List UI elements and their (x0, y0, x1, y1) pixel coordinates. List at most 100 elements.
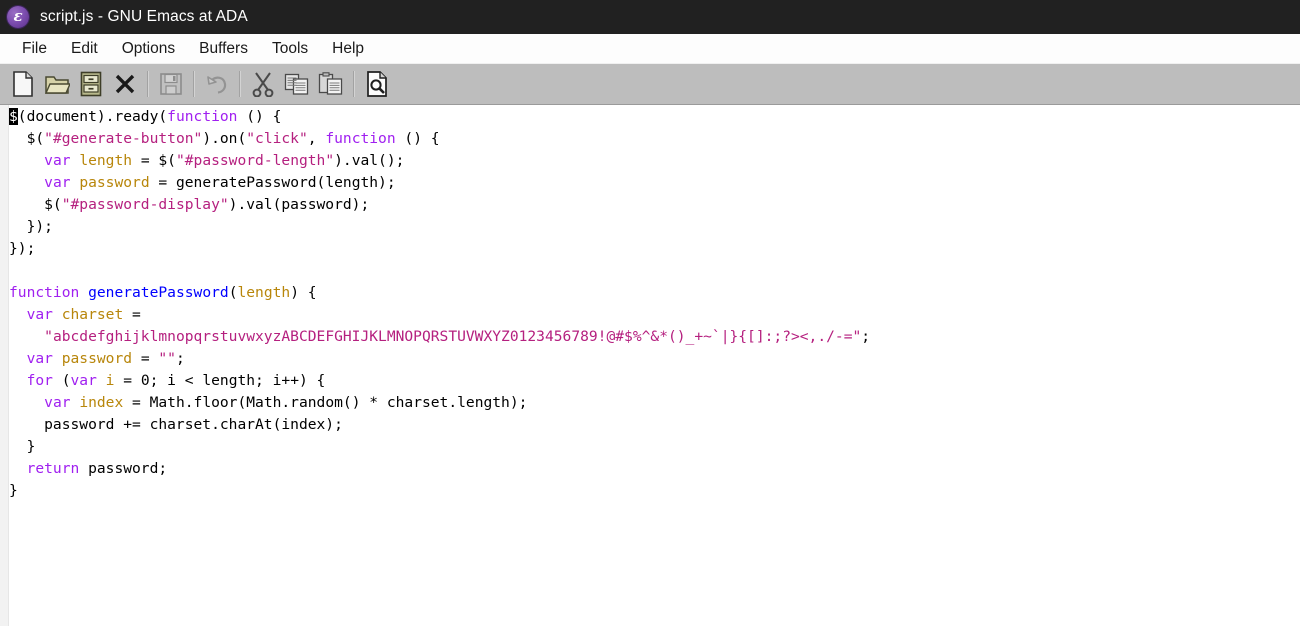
code-token: "click" (246, 130, 308, 147)
toolbar-separator (147, 71, 149, 97)
code-token (79, 284, 88, 301)
code-line: }); (9, 216, 1300, 238)
floppy-save-icon (159, 72, 183, 96)
code-token: } (9, 482, 18, 499)
code-token: = (123, 306, 141, 323)
code-token: $( (9, 196, 62, 213)
code-token: $ (9, 108, 18, 125)
code-token: ( (53, 372, 71, 389)
code-line: password += charset.charAt(index); (9, 414, 1300, 436)
toolbar-separator (353, 71, 355, 97)
code-token: var (44, 394, 70, 411)
code-line: "abcdefghijklmnopqrstuvwxyzABCDEFGHIJKLM… (9, 326, 1300, 348)
copy-button[interactable] (280, 67, 314, 101)
code-token: password += charset.charAt(index); (9, 416, 343, 433)
copy-pages-icon (284, 72, 310, 96)
code-token: var (44, 152, 70, 169)
menu-bar: File Edit Options Buffers Tools Help (0, 34, 1300, 64)
code-token (9, 394, 44, 411)
code-token: var (44, 174, 70, 191)
code-line: var index = Math.floor(Math.random() * c… (9, 392, 1300, 414)
code-line: var charset = (9, 304, 1300, 326)
code-token: "abcdefghijklmnopqrstuvwxyzABCDEFGHIJKLM… (44, 328, 861, 345)
code-line: function generatePassword(length) { (9, 282, 1300, 304)
search-page-icon (365, 71, 389, 97)
menu-item-options[interactable]: Options (110, 40, 187, 58)
code-token: ).val(); (334, 152, 404, 169)
menu-item-buffers[interactable]: Buffers (187, 40, 260, 58)
code-line: $(document).ready(function () { (9, 106, 1300, 128)
code-token: var (71, 372, 97, 389)
code-token: } (9, 438, 35, 455)
open-file-button[interactable] (40, 67, 74, 101)
code-token: ) { (290, 284, 316, 301)
code-token: length (79, 152, 132, 169)
undo-button[interactable] (200, 67, 234, 101)
save-as-button[interactable] (74, 67, 108, 101)
code-line: for (var i = 0; i < length; i++) { (9, 370, 1300, 392)
code-token: (document).ready( (18, 108, 167, 125)
code-token: charset (62, 306, 124, 323)
emacs-logo-icon: ε (7, 6, 29, 28)
clipboard-paste-icon (318, 72, 344, 96)
code-token: }); (9, 240, 35, 257)
paste-button[interactable] (314, 67, 348, 101)
code-line: }); (9, 238, 1300, 260)
code-token (9, 174, 44, 191)
code-line: } (9, 436, 1300, 458)
code-token (71, 394, 80, 411)
code-token: "#password-length" (176, 152, 334, 169)
code-line: var password = ""; (9, 348, 1300, 370)
code-line: var password = generatePassword(length); (9, 172, 1300, 194)
code-token: = 0; i < length; i++) { (114, 372, 325, 389)
code-token (97, 372, 106, 389)
undo-arrow-icon (205, 72, 229, 96)
code-token (53, 306, 62, 323)
code-line (9, 260, 1300, 282)
open-folder-icon (44, 72, 70, 96)
code-token: = $( (132, 152, 176, 169)
window-title: script.js - GNU Emacs at ADA (40, 8, 248, 26)
code-token: var (27, 306, 53, 323)
cut-button[interactable] (246, 67, 280, 101)
new-file-button[interactable] (6, 67, 40, 101)
close-x-icon (114, 73, 136, 95)
menu-item-edit[interactable]: Edit (59, 40, 110, 58)
code-token: return (27, 460, 80, 477)
code-line: } (9, 480, 1300, 502)
code-token: function (9, 284, 79, 301)
code-token: var (27, 350, 53, 367)
menu-item-file[interactable]: File (10, 40, 59, 58)
menu-item-tools[interactable]: Tools (260, 40, 320, 58)
code-token: }); (9, 218, 53, 235)
code-buffer[interactable]: $(document).ready(function () { $("#gene… (9, 105, 1300, 626)
code-token: () { (237, 108, 281, 125)
code-token (9, 328, 44, 345)
code-line: var length = $("#password-length").val()… (9, 150, 1300, 172)
menu-item-help[interactable]: Help (320, 40, 376, 58)
code-token (71, 152, 80, 169)
tool-bar (0, 64, 1300, 105)
code-token (9, 306, 27, 323)
code-token (9, 460, 27, 477)
code-token: ; (176, 350, 185, 367)
code-token: generatePassword (88, 284, 229, 301)
close-buffer-button[interactable] (108, 67, 142, 101)
code-token: "#password-display" (62, 196, 229, 213)
code-token: length (237, 284, 290, 301)
code-token: password (62, 350, 132, 367)
save-button[interactable] (154, 67, 188, 101)
code-token: "" (158, 350, 176, 367)
code-token: ).val(password); (229, 196, 370, 213)
code-line: $("#generate-button").on("click", functi… (9, 128, 1300, 150)
window-titlebar: ε script.js - GNU Emacs at ADA (0, 0, 1300, 34)
code-token: function (325, 130, 395, 147)
code-line: $("#password-display").val(password); (9, 194, 1300, 216)
code-token: () { (396, 130, 440, 147)
code-token: = generatePassword(length); (150, 174, 396, 191)
code-token: for (27, 372, 53, 389)
code-token: index (79, 394, 123, 411)
new-file-icon (11, 71, 35, 97)
search-button[interactable] (360, 67, 394, 101)
editor-area[interactable]: $(document).ready(function () { $("#gene… (0, 105, 1300, 626)
